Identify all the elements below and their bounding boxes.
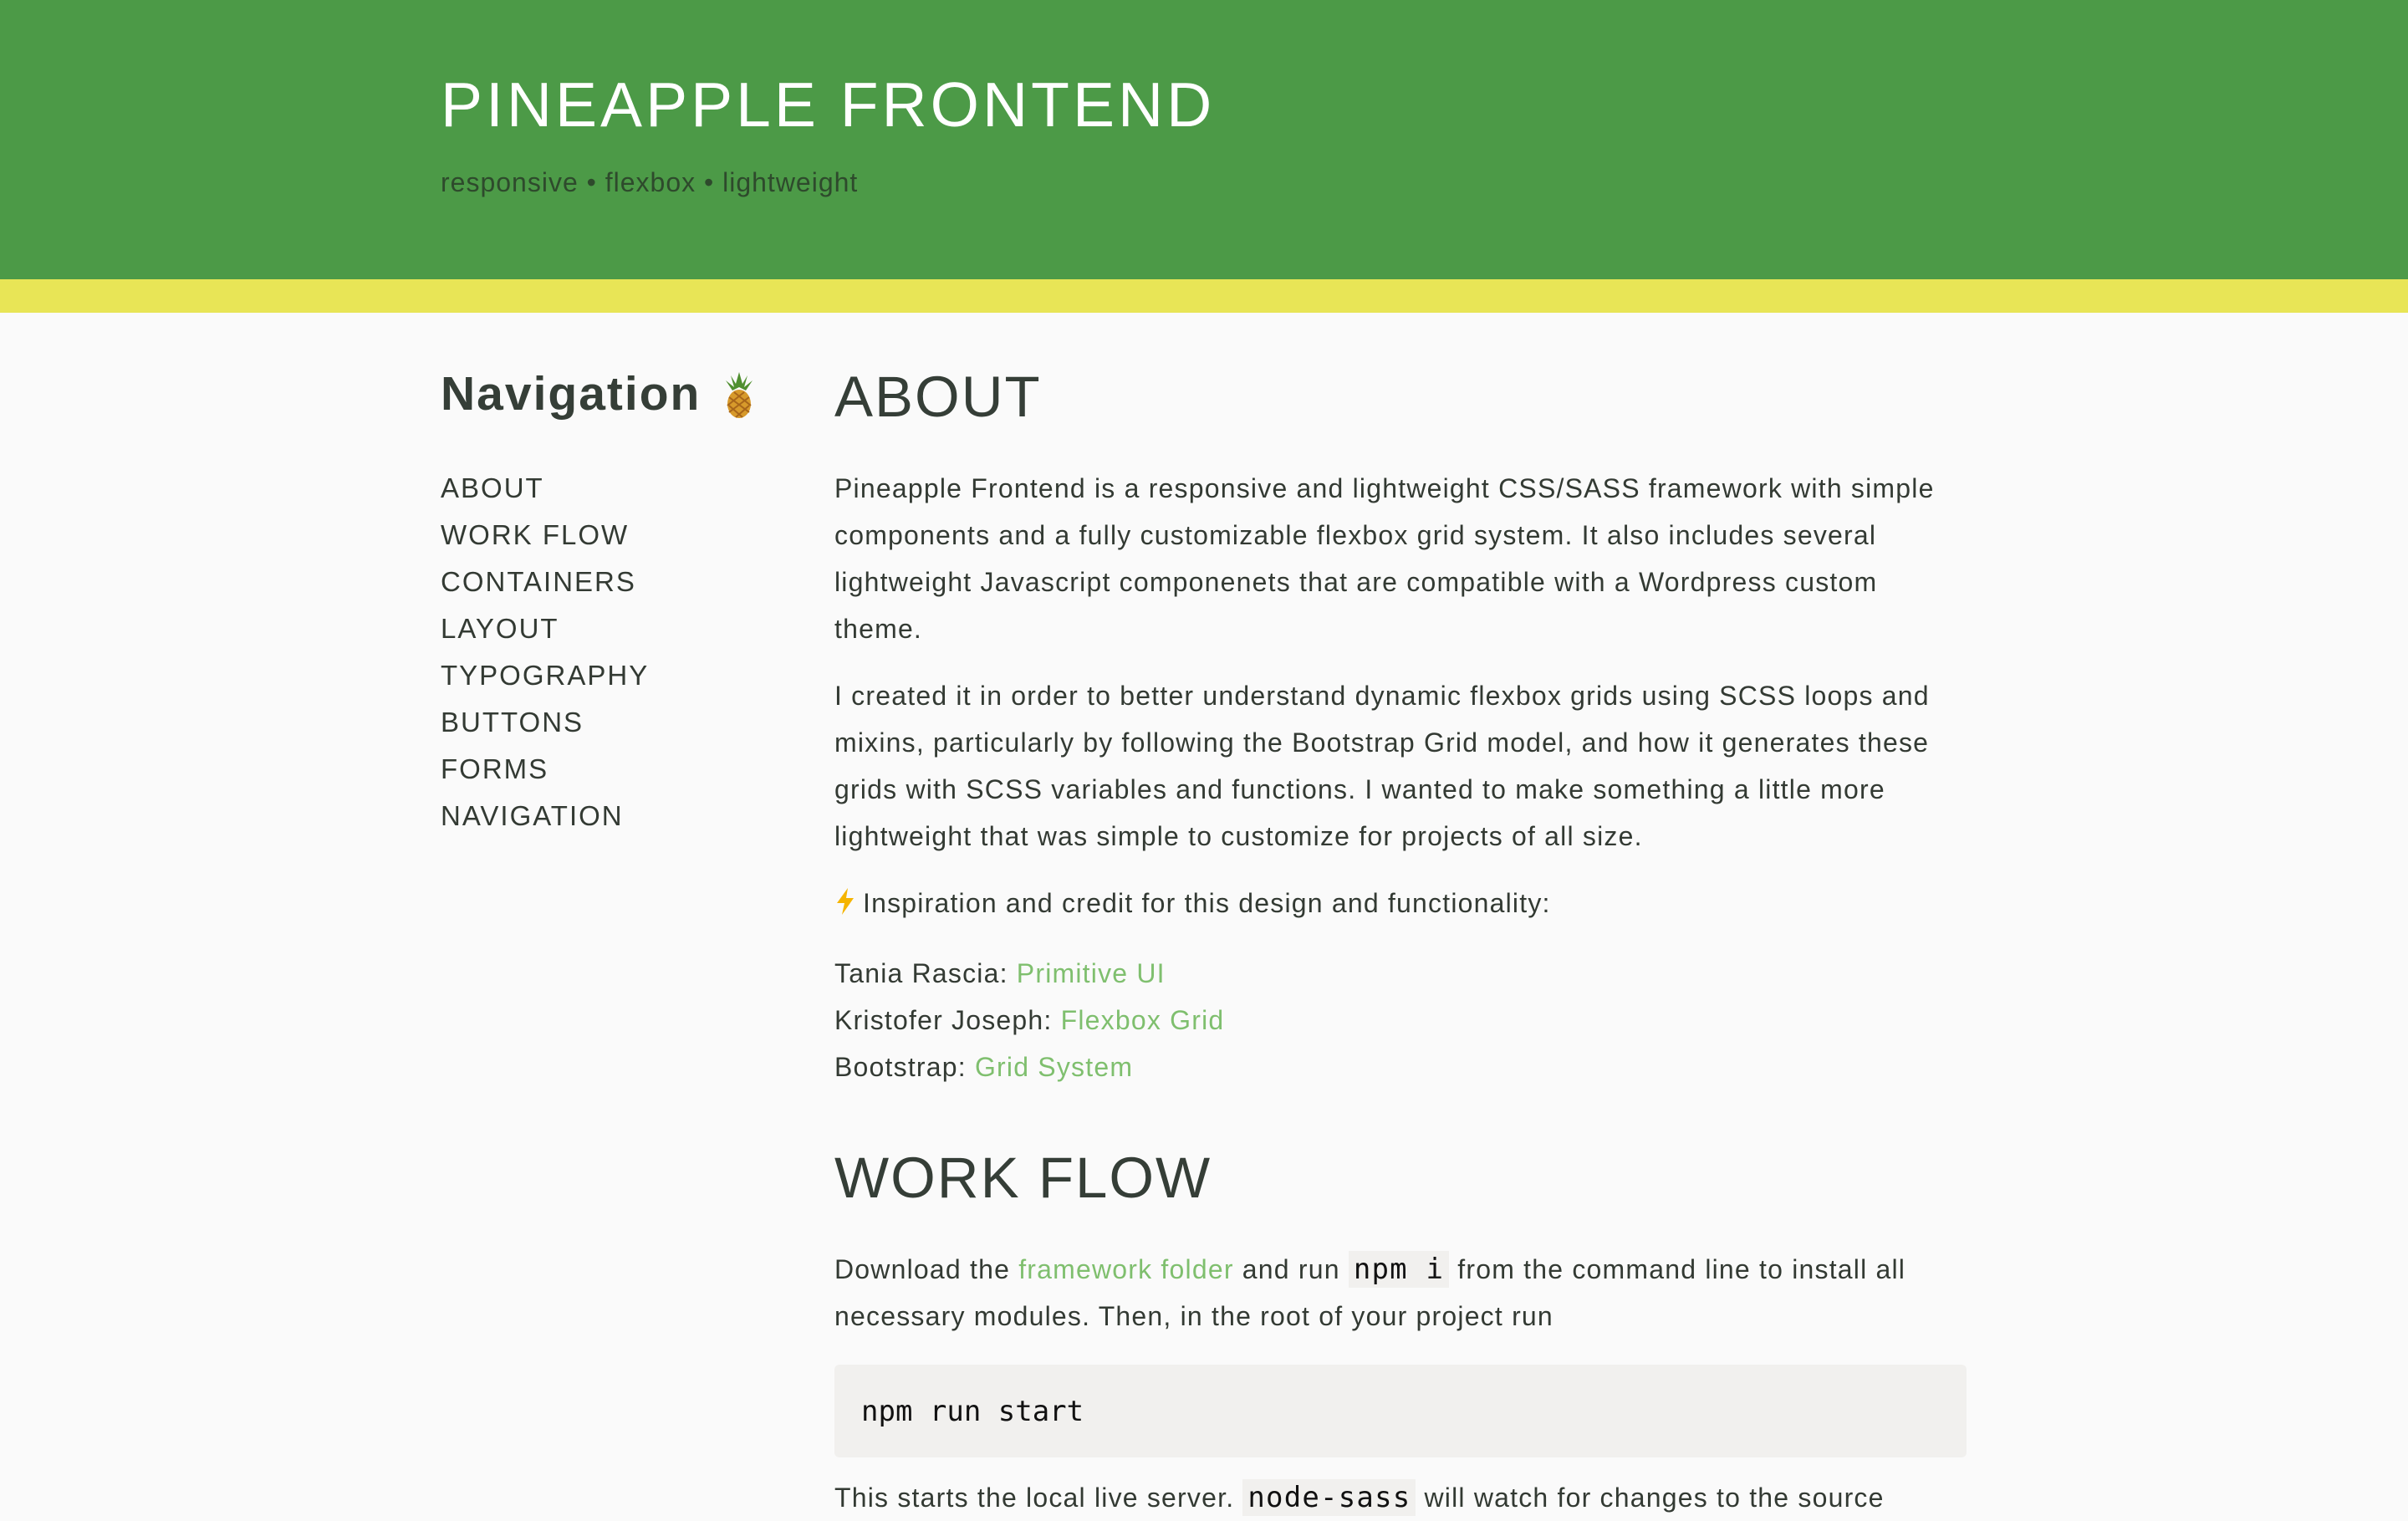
framework-folder-link[interactable]: framework folder [1018, 1254, 1234, 1284]
credit-item: Tania Rascia: Primitive UI [834, 950, 1967, 997]
nav-item-forms[interactable]: FORMS [441, 746, 792, 793]
workflow-paragraph-1: Download the framework folder and run np… [834, 1246, 1967, 1340]
site-title: PINEAPPLE FRONTEND [441, 69, 1216, 140]
workflow-paragraph-2: This starts the local live server. node-… [834, 1474, 1967, 1521]
nav-list: ABOUT WORK FLOW CONTAINERS LAYOUT TYPOGR… [441, 465, 792, 840]
about-section: ABOUT Pineapple Frontend is a responsive… [834, 360, 1967, 1090]
workflow-text: Download the [834, 1254, 1019, 1284]
workflow-text: This starts the local live server. [834, 1483, 1243, 1513]
credit-name: Bootstrap: [834, 1052, 975, 1082]
credit-name: Kristofer Joseph: [834, 1005, 1061, 1035]
inspiration-line: Inspiration and credit for this design a… [834, 880, 1967, 930]
nav-item-layout[interactable]: LAYOUT [441, 605, 792, 652]
credit-item: Bootstrap: Grid System [834, 1044, 1967, 1090]
nav-item-containers[interactable]: CONTAINERS [441, 559, 792, 605]
about-paragraph-2: I created it in order to better understa… [834, 681, 1930, 851]
about-heading: ABOUT [834, 365, 1042, 429]
about-paragraph-1: Pineapple Frontend is a responsive and l… [834, 473, 1935, 644]
lightning-icon [834, 883, 856, 930]
sidebar-heading-text: Navigation [441, 367, 701, 421]
nav-item-typography[interactable]: TYPOGRAPHY [441, 652, 792, 699]
inline-code-node-sass: node-sass [1242, 1479, 1416, 1516]
credit-link-primitive-ui[interactable]: Primitive UI [1017, 958, 1166, 988]
inline-code-npm-i: npm i [1348, 1251, 1450, 1288]
inspiration-text: Inspiration and credit for this design a… [863, 888, 1551, 918]
site-tagline: responsive • flexbox • lightweight [441, 167, 859, 197]
credit-item: Kristofer Joseph: Flexbox Grid [834, 997, 1967, 1044]
pineapple-icon [717, 369, 761, 419]
header-stripe [0, 279, 2408, 313]
credit-name: Tania Rascia: [834, 958, 1017, 988]
main-content: ABOUT Pineapple Frontend is a responsive… [834, 360, 1967, 1521]
sidebar-navigation: Navigation ABOUT WORK FLOW CONTAINERS LA… [441, 360, 792, 840]
sidebar-heading: Navigation [441, 360, 792, 428]
workflow-text: and run [1233, 1254, 1349, 1284]
workflow-heading: WORK FLOW [834, 1146, 1212, 1210]
nav-item-about[interactable]: ABOUT [441, 465, 792, 512]
credits-list: Tania Rascia: Primitive UI Kristofer Jos… [834, 950, 1967, 1090]
code-block: npm run start [834, 1365, 1967, 1457]
nav-item-work-flow[interactable]: WORK FLOW [441, 512, 792, 559]
workflow-section: WORK FLOW Download the framework folder … [834, 1141, 1967, 1521]
credit-link-grid-system[interactable]: Grid System [975, 1052, 1133, 1082]
workflow-text: will watch for changes to the source [1416, 1483, 1885, 1513]
credit-link-flexbox-grid[interactable]: Flexbox Grid [1061, 1005, 1225, 1035]
nav-item-navigation[interactable]: NAVIGATION [441, 793, 792, 840]
nav-item-buttons[interactable]: BUTTONS [441, 699, 792, 746]
code-block-text: npm run start [861, 1394, 1084, 1428]
